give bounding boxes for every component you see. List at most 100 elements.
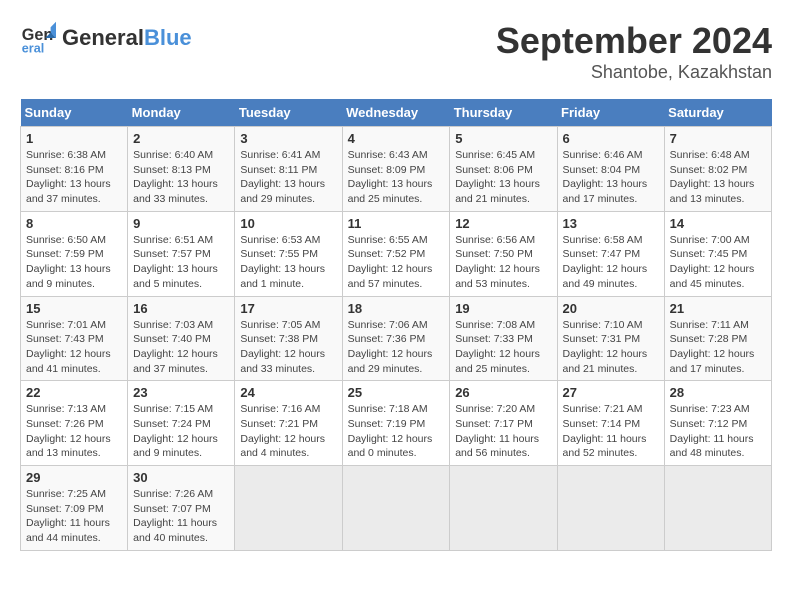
calendar-header-row: Sunday Monday Tuesday Wednesday Thursday… — [21, 99, 772, 127]
sunset-text: Sunset: 7:09 PM — [26, 502, 122, 517]
daylight-text: Daylight: 12 hours and 17 minutes. — [670, 347, 766, 376]
header-monday: Monday — [128, 99, 235, 127]
table-row: 3 Sunrise: 6:41 AM Sunset: 8:11 PM Dayli… — [235, 127, 342, 212]
daylight-text: Daylight: 12 hours and 53 minutes. — [455, 262, 551, 291]
day-number: 10 — [240, 216, 336, 231]
day-info: Sunrise: 7:05 AM Sunset: 7:38 PM Dayligh… — [240, 318, 336, 377]
day-number: 1 — [26, 131, 122, 146]
daylight-text: Daylight: 11 hours and 40 minutes. — [133, 516, 229, 545]
daylight-text: Daylight: 12 hours and 49 minutes. — [563, 262, 659, 291]
table-row: 14 Sunrise: 7:00 AM Sunset: 7:45 PM Dayl… — [664, 211, 771, 296]
sunrise-text: Sunrise: 7:11 AM — [670, 318, 766, 333]
logo-general: General — [62, 25, 144, 50]
sunrise-text: Sunrise: 6:38 AM — [26, 148, 122, 163]
sunset-text: Sunset: 8:09 PM — [348, 163, 445, 178]
day-info: Sunrise: 6:45 AM Sunset: 8:06 PM Dayligh… — [455, 148, 551, 207]
header-sunday: Sunday — [21, 99, 128, 127]
daylight-text: Daylight: 12 hours and 21 minutes. — [563, 347, 659, 376]
table-row: 22 Sunrise: 7:13 AM Sunset: 7:26 PM Dayl… — [21, 381, 128, 466]
day-info: Sunrise: 6:56 AM Sunset: 7:50 PM Dayligh… — [455, 233, 551, 292]
sunrise-text: Sunrise: 6:50 AM — [26, 233, 122, 248]
sunset-text: Sunset: 7:17 PM — [455, 417, 551, 432]
sunrise-text: Sunrise: 6:40 AM — [133, 148, 229, 163]
logo: Gen eral GeneralBlue — [20, 20, 192, 56]
sunrise-text: Sunrise: 7:03 AM — [133, 318, 229, 333]
daylight-text: Daylight: 13 hours and 33 minutes. — [133, 177, 229, 206]
table-row — [342, 466, 450, 551]
day-number: 29 — [26, 470, 122, 485]
sunset-text: Sunset: 7:38 PM — [240, 332, 336, 347]
table-row — [557, 466, 664, 551]
table-row: 1 Sunrise: 6:38 AM Sunset: 8:16 PM Dayli… — [21, 127, 128, 212]
daylight-text: Daylight: 12 hours and 37 minutes. — [133, 347, 229, 376]
day-number: 25 — [348, 385, 445, 400]
table-row: 28 Sunrise: 7:23 AM Sunset: 7:12 PM Dayl… — [664, 381, 771, 466]
day-info: Sunrise: 7:00 AM Sunset: 7:45 PM Dayligh… — [670, 233, 766, 292]
table-row: 6 Sunrise: 6:46 AM Sunset: 8:04 PM Dayli… — [557, 127, 664, 212]
sunset-text: Sunset: 7:50 PM — [455, 247, 551, 262]
daylight-text: Daylight: 11 hours and 44 minutes. — [26, 516, 122, 545]
header-thursday: Thursday — [450, 99, 557, 127]
day-number: 20 — [563, 301, 659, 316]
sunset-text: Sunset: 8:13 PM — [133, 163, 229, 178]
day-info: Sunrise: 7:20 AM Sunset: 7:17 PM Dayligh… — [455, 402, 551, 461]
header-saturday: Saturday — [664, 99, 771, 127]
day-info: Sunrise: 7:10 AM Sunset: 7:31 PM Dayligh… — [563, 318, 659, 377]
calendar-week-row: 29 Sunrise: 7:25 AM Sunset: 7:09 PM Dayl… — [21, 466, 772, 551]
table-row: 9 Sunrise: 6:51 AM Sunset: 7:57 PM Dayli… — [128, 211, 235, 296]
daylight-text: Daylight: 13 hours and 37 minutes. — [26, 177, 122, 206]
table-row: 27 Sunrise: 7:21 AM Sunset: 7:14 PM Dayl… — [557, 381, 664, 466]
day-info: Sunrise: 6:50 AM Sunset: 7:59 PM Dayligh… — [26, 233, 122, 292]
table-row: 29 Sunrise: 7:25 AM Sunset: 7:09 PM Dayl… — [21, 466, 128, 551]
table-row: 16 Sunrise: 7:03 AM Sunset: 7:40 PM Dayl… — [128, 296, 235, 381]
day-number: 30 — [133, 470, 229, 485]
daylight-text: Daylight: 13 hours and 21 minutes. — [455, 177, 551, 206]
day-number: 9 — [133, 216, 229, 231]
sunset-text: Sunset: 7:52 PM — [348, 247, 445, 262]
header-tuesday: Tuesday — [235, 99, 342, 127]
day-info: Sunrise: 6:53 AM Sunset: 7:55 PM Dayligh… — [240, 233, 336, 292]
day-number: 27 — [563, 385, 659, 400]
day-info: Sunrise: 6:43 AM Sunset: 8:09 PM Dayligh… — [348, 148, 445, 207]
table-row: 18 Sunrise: 7:06 AM Sunset: 7:36 PM Dayl… — [342, 296, 450, 381]
daylight-text: Daylight: 12 hours and 33 minutes. — [240, 347, 336, 376]
day-info: Sunrise: 7:26 AM Sunset: 7:07 PM Dayligh… — [133, 487, 229, 546]
table-row: 8 Sunrise: 6:50 AM Sunset: 7:59 PM Dayli… — [21, 211, 128, 296]
table-row: 15 Sunrise: 7:01 AM Sunset: 7:43 PM Dayl… — [21, 296, 128, 381]
table-row: 21 Sunrise: 7:11 AM Sunset: 7:28 PM Dayl… — [664, 296, 771, 381]
sunrise-text: Sunrise: 7:05 AM — [240, 318, 336, 333]
sunset-text: Sunset: 7:07 PM — [133, 502, 229, 517]
day-number: 2 — [133, 131, 229, 146]
day-number: 17 — [240, 301, 336, 316]
table-row: 12 Sunrise: 6:56 AM Sunset: 7:50 PM Dayl… — [450, 211, 557, 296]
daylight-text: Daylight: 13 hours and 13 minutes. — [670, 177, 766, 206]
daylight-text: Daylight: 13 hours and 1 minute. — [240, 262, 336, 291]
table-row: 11 Sunrise: 6:55 AM Sunset: 7:52 PM Dayl… — [342, 211, 450, 296]
day-info: Sunrise: 7:13 AM Sunset: 7:26 PM Dayligh… — [26, 402, 122, 461]
day-info: Sunrise: 7:03 AM Sunset: 7:40 PM Dayligh… — [133, 318, 229, 377]
calendar-week-row: 8 Sunrise: 6:50 AM Sunset: 7:59 PM Dayli… — [21, 211, 772, 296]
table-row: 25 Sunrise: 7:18 AM Sunset: 7:19 PM Dayl… — [342, 381, 450, 466]
sunset-text: Sunset: 8:11 PM — [240, 163, 336, 178]
page-subtitle: Shantobe, Kazakhstan — [496, 62, 772, 83]
daylight-text: Daylight: 13 hours and 9 minutes. — [26, 262, 122, 291]
table-row: 10 Sunrise: 6:53 AM Sunset: 7:55 PM Dayl… — [235, 211, 342, 296]
daylight-text: Daylight: 12 hours and 41 minutes. — [26, 347, 122, 376]
sunset-text: Sunset: 7:40 PM — [133, 332, 229, 347]
sunrise-text: Sunrise: 6:53 AM — [240, 233, 336, 248]
daylight-text: Daylight: 12 hours and 0 minutes. — [348, 432, 445, 461]
daylight-text: Daylight: 11 hours and 56 minutes. — [455, 432, 551, 461]
sunrise-text: Sunrise: 6:55 AM — [348, 233, 445, 248]
day-number: 18 — [348, 301, 445, 316]
sunrise-text: Sunrise: 7:01 AM — [26, 318, 122, 333]
day-number: 12 — [455, 216, 551, 231]
day-number: 22 — [26, 385, 122, 400]
sunset-text: Sunset: 7:57 PM — [133, 247, 229, 262]
daylight-text: Daylight: 12 hours and 57 minutes. — [348, 262, 445, 291]
sunset-text: Sunset: 7:47 PM — [563, 247, 659, 262]
header-friday: Friday — [557, 99, 664, 127]
day-number: 26 — [455, 385, 551, 400]
sunset-text: Sunset: 7:14 PM — [563, 417, 659, 432]
day-info: Sunrise: 6:48 AM Sunset: 8:02 PM Dayligh… — [670, 148, 766, 207]
sunrise-text: Sunrise: 6:46 AM — [563, 148, 659, 163]
